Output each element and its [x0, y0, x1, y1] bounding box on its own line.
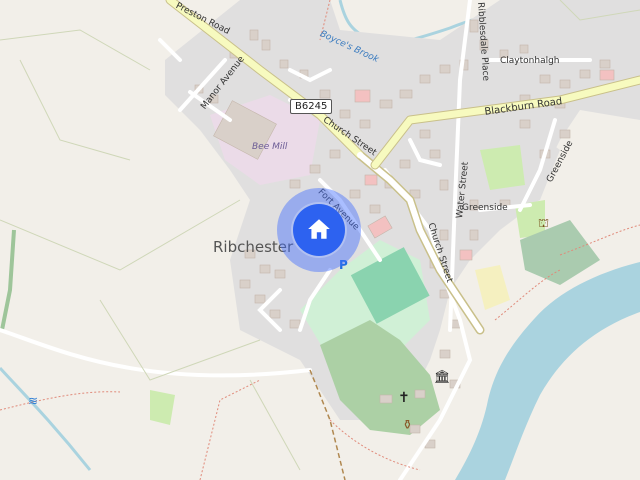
yellow-area [475, 265, 510, 310]
church-icon[interactable]: ✝ [398, 390, 410, 406]
amphora-icon[interactable]: ⚱ [402, 418, 413, 433]
home-location-marker[interactable] [293, 204, 345, 256]
grass-left [150, 390, 175, 425]
museum-icon[interactable]: 🏛 [434, 370, 451, 385]
home-icon [308, 219, 330, 239]
street-label-greenside-1: Greenside [462, 203, 508, 213]
stream-left [0, 366, 92, 471]
stream-left-2 [0, 229, 16, 331]
road-shield-b6245: B6245 [290, 99, 333, 114]
monument-icon[interactable]: ⛫ [538, 216, 549, 232]
street-label-claytonhalgh: Claytonhalgh [500, 56, 560, 66]
weir-icon[interactable]: ≋ [28, 394, 38, 408]
landuse-label-bee-mill: Bee Mill [252, 142, 288, 152]
map-canvas[interactable]: Preston Road Manor Avenue Church Street … [0, 0, 640, 480]
